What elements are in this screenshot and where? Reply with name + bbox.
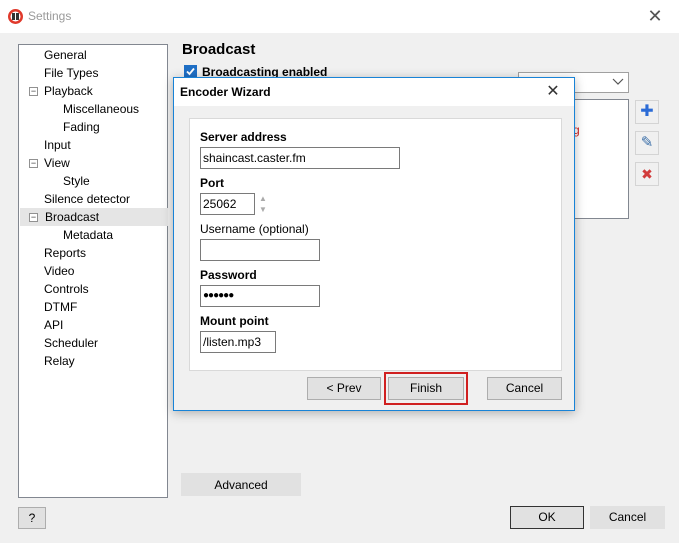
tree-item-file-types[interactable]: File Types (44, 64, 98, 82)
finish-button[interactable]: Finish (388, 377, 464, 400)
spin-up-icon[interactable]: ▲ (256, 193, 270, 204)
tree-item-fading[interactable]: Fading (63, 118, 100, 136)
page-title: Broadcast (182, 41, 256, 58)
tree-item-style[interactable]: Style (63, 172, 90, 190)
port-label: Port (200, 176, 224, 190)
tree-item-miscellaneous[interactable]: Miscellaneous (63, 100, 139, 118)
username-input[interactable] (200, 239, 320, 261)
tree-item-label: Broadcast (45, 210, 100, 224)
tree-item-reports[interactable]: Reports (44, 244, 86, 262)
tree-item-relay[interactable]: Relay (44, 352, 75, 370)
tree-item-view[interactable]: View (44, 154, 70, 172)
tree-item-silence-detector[interactable]: Silence detector (44, 190, 130, 208)
tree-item-label: Metadata (63, 228, 114, 242)
tree-item-input[interactable]: Input (44, 136, 71, 154)
tree-item-label: Style (63, 174, 90, 188)
tree-item-label: General (44, 48, 87, 62)
cancel-button[interactable]: Cancel (590, 506, 665, 529)
tree-item-broadcast[interactable]: Broadcast (20, 208, 168, 226)
password-input[interactable]: ●●●●●● (200, 285, 320, 307)
tree-item-label: Miscellaneous (63, 102, 140, 116)
tree-item-label: File Types (44, 66, 99, 80)
wizard-form-panel: Server address shaincast.caster.fm Port … (189, 118, 562, 371)
window-close-icon[interactable]: ✕ (640, 4, 670, 28)
collapse-toggle-icon[interactable]: − (29, 87, 38, 96)
collapse-toggle-icon[interactable]: − (29, 213, 38, 222)
tree-item-label: API (44, 318, 64, 332)
port-input[interactable]: 25062 (200, 193, 255, 215)
tree-item-label: Input (44, 138, 71, 152)
tree-item-label: View (44, 156, 70, 170)
tree-item-video[interactable]: Video (44, 262, 74, 280)
advanced-button[interactable]: Advanced (181, 473, 301, 496)
settings-category-tree[interactable]: General File Types Playback − Miscellaneous F… (18, 44, 168, 498)
tree-item-label: Controls (44, 282, 89, 296)
checkmark-icon (186, 67, 195, 76)
dialog-close-icon[interactable]: ✕ (538, 80, 568, 104)
prev-button[interactable]: < Prev (307, 377, 381, 400)
remove-icon: ✖ (641, 166, 653, 182)
window-titlebar (0, 0, 679, 33)
tree-item-label: Relay (44, 354, 75, 368)
tree-item-label: Video (44, 264, 75, 278)
wizard-cancel-button[interactable]: Cancel (487, 377, 562, 400)
help-button[interactable]: ? (18, 507, 46, 529)
plus-icon: ✚ (640, 103, 654, 120)
remove-encoder-button[interactable]: ✖ (635, 162, 659, 186)
dialog-title: Encoder Wizard (180, 85, 271, 99)
window-title: Settings (28, 9, 72, 23)
tree-item-label: Reports (44, 246, 87, 260)
chevron-down-icon (612, 74, 624, 90)
edit-icon: ✎ (640, 134, 654, 151)
tree-item-label: Silence detector (44, 192, 131, 206)
username-label: Username (optional) (200, 222, 309, 236)
tree-item-scheduler[interactable]: Scheduler (44, 334, 98, 352)
tree-item-label: Scheduler (44, 336, 99, 350)
server-address-input[interactable]: shaincast.caster.fm (200, 147, 400, 169)
collapse-toggle-icon[interactable]: − (29, 159, 38, 168)
ok-button[interactable]: OK (510, 506, 584, 529)
mount-point-input[interactable]: /listen.mp3 (200, 331, 276, 353)
encoder-wizard-dialog: Encoder Wizard ✕ Server address shaincas… (173, 77, 575, 411)
tree-item-label: Playback (44, 84, 93, 98)
tree-item-general[interactable]: General (44, 46, 87, 64)
tree-item-label: DTMF (44, 300, 78, 314)
tree-item-label: Fading (63, 120, 100, 134)
edit-encoder-button[interactable]: ✎ (635, 131, 659, 155)
tree-item-api[interactable]: API (44, 316, 63, 334)
port-spinner[interactable]: ▲ ▼ (256, 193, 270, 215)
add-encoder-button[interactable]: ✚ (635, 100, 659, 124)
tree-item-dtmf[interactable]: DTMF (44, 298, 77, 316)
tree-item-metadata[interactable]: Metadata (63, 226, 113, 244)
tree-item-controls[interactable]: Controls (44, 280, 89, 298)
app-logo-icon (7, 8, 24, 25)
tree-item-playback[interactable]: Playback (44, 82, 93, 100)
mount-point-label: Mount point (200, 314, 269, 328)
password-label: Password (200, 268, 257, 282)
spin-down-icon[interactable]: ▼ (256, 204, 270, 215)
server-address-label: Server address (200, 130, 287, 144)
